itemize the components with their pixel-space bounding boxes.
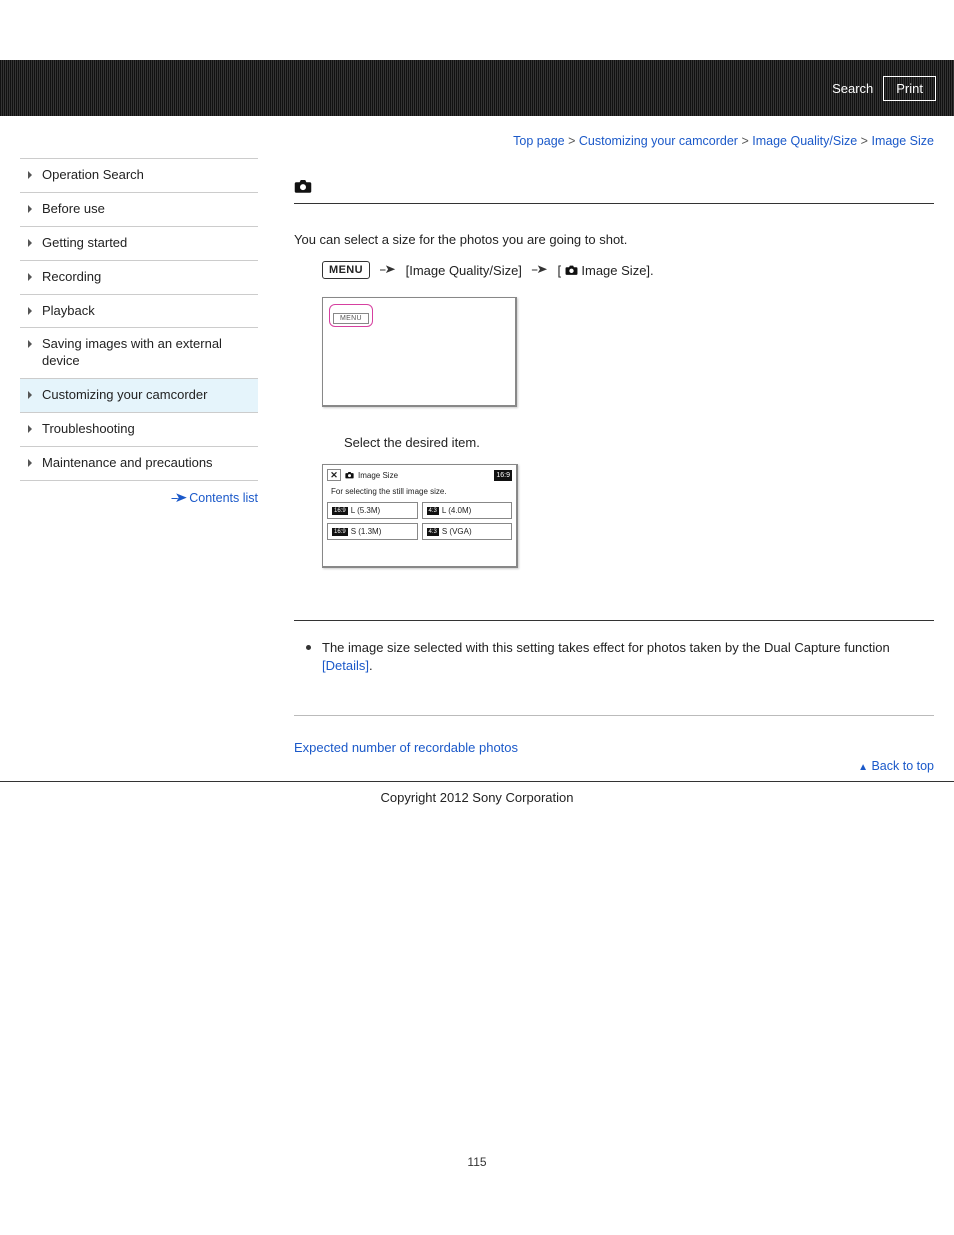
camera-icon (345, 471, 354, 479)
camera-icon (294, 178, 312, 194)
sidebar-link[interactable]: Customizing your camcorder (42, 387, 207, 402)
size-option-label: S (VGA) (442, 527, 472, 536)
sidebar-item-getting-started[interactable]: Getting started (20, 226, 258, 260)
sidebar-item-maintenance[interactable]: Maintenance and precautions (20, 446, 258, 481)
bracket: [ (558, 263, 562, 278)
breadcrumb-quality-size[interactable]: Image Quality/Size (752, 134, 857, 148)
copyright: Copyright 2012 Sony Corporation (0, 782, 954, 825)
step2-text: Select the desired item. (344, 435, 934, 450)
menu-highlight: MENU (329, 304, 373, 327)
sizebox-options: 16:9L (5.3M) 4:3L (4.0M) 16:9S (1.3M) 4:… (327, 502, 512, 562)
breadcrumb-image-size[interactable]: Image Size (871, 134, 934, 148)
sidebar-item-playback[interactable]: Playback (20, 294, 258, 328)
aspect-chip: 4:3 (427, 507, 439, 515)
search-link[interactable]: Search (832, 81, 873, 96)
sidebar-item-operation-search[interactable]: Operation Search (20, 158, 258, 192)
sidebar-link[interactable]: Getting started (42, 235, 127, 250)
sizebox-title: Image Size (358, 471, 398, 480)
sidebar-link[interactable]: Saving images with an external device (42, 336, 222, 368)
screen-illustration-size: ✕ Image Size 16:9 For selecting the stil… (322, 464, 518, 568)
sidebar-item-customizing[interactable]: Customizing your camcorder (20, 378, 258, 412)
breadcrumb: Top page > Customizing your camcorder > … (0, 116, 954, 148)
details-link[interactable]: [Details] (322, 658, 369, 673)
notes-block: The image size selected with this settin… (294, 620, 934, 716)
size-option: 4:3L (4.0M) (422, 502, 513, 519)
triangle-up-icon: ▲ (858, 762, 868, 773)
arrow-right-icon: ⎯➤ (380, 264, 396, 277)
size-option-label: S (1.3M) (351, 527, 382, 536)
related-links: Expected number of recordable photos (294, 740, 934, 755)
sidebar-link[interactable]: Operation Search (42, 167, 144, 182)
back-to-top-row: ▲ Back to top (294, 755, 934, 779)
section-heading (294, 178, 934, 204)
sizebox-title-row: ✕ Image Size 16:9 (327, 469, 512, 485)
main-content: You can select a size for the photos you… (294, 158, 934, 779)
header-bar: Search Print (0, 60, 954, 116)
contents-list-link[interactable]: Contents list (189, 491, 258, 505)
breadcrumb-sep: > (861, 134, 868, 148)
sidebar-item-troubleshooting[interactable]: Troubleshooting (20, 412, 258, 446)
arrow-right-icon: ⎯➤ (532, 264, 548, 277)
size-option: 16:9L (5.3M) (327, 502, 418, 519)
contents-list-row: ⎯➤Contents list (20, 491, 258, 506)
note-item: The image size selected with this settin… (300, 639, 934, 675)
menu-chip-label: MENU (333, 313, 369, 324)
related-link-photos[interactable]: Expected number of recordable photos (294, 740, 518, 755)
aspect-chip: 4:3 (427, 528, 439, 536)
path-segment-quality: [Image Quality/Size] (406, 263, 522, 278)
note-text: The image size selected with this settin… (322, 640, 890, 655)
sidebar-link[interactable]: Before use (42, 201, 105, 216)
breadcrumb-customizing[interactable]: Customizing your camcorder (579, 134, 738, 148)
sidebar-item-saving-images[interactable]: Saving images with an external device (20, 327, 258, 378)
sidebar-link[interactable]: Playback (42, 303, 95, 318)
path-label: Image Size]. (581, 263, 653, 278)
aspect-chip: 16:9 (332, 528, 348, 536)
back-to-top-link[interactable]: Back to top (871, 759, 934, 773)
camera-icon (565, 264, 578, 276)
size-option: 4:3S (VGA) (422, 523, 513, 540)
menu-navigation-line: MENU ⎯➤ [Image Quality/Size] ⎯➤ [ Image … (294, 261, 934, 279)
sidebar: Operation Search Before use Getting star… (20, 158, 258, 779)
breadcrumb-sep: > (741, 134, 748, 148)
aspect-badge: 16:9 (494, 470, 512, 481)
arrow-right-icon: ⎯➤ (172, 491, 186, 505)
sizebox-desc: For selecting the still image size. (327, 485, 512, 502)
path-segment-size: [ Image Size]. (558, 263, 654, 278)
menu-button-icon: MENU (322, 261, 370, 279)
sidebar-link[interactable]: Maintenance and precautions (42, 455, 213, 470)
sidebar-item-recording[interactable]: Recording (20, 260, 258, 294)
aspect-chip: 16:9 (332, 507, 348, 515)
screen-illustration-menu: MENU (322, 297, 517, 407)
size-option-label: L (5.3M) (351, 506, 381, 515)
close-icon: ✕ (327, 469, 341, 481)
sidebar-link[interactable]: Recording (42, 269, 101, 284)
size-option: 16:9S (1.3M) (327, 523, 418, 540)
size-option-label: L (4.0M) (442, 506, 472, 515)
breadcrumb-sep: > (568, 134, 575, 148)
period: . (369, 658, 373, 673)
sidebar-link[interactable]: Troubleshooting (42, 421, 135, 436)
intro-text: You can select a size for the photos you… (294, 232, 934, 247)
page-number: 115 (0, 1155, 954, 1199)
sidebar-item-before-use[interactable]: Before use (20, 192, 258, 226)
breadcrumb-top-page[interactable]: Top page (513, 134, 564, 148)
print-button[interactable]: Print (883, 76, 936, 101)
